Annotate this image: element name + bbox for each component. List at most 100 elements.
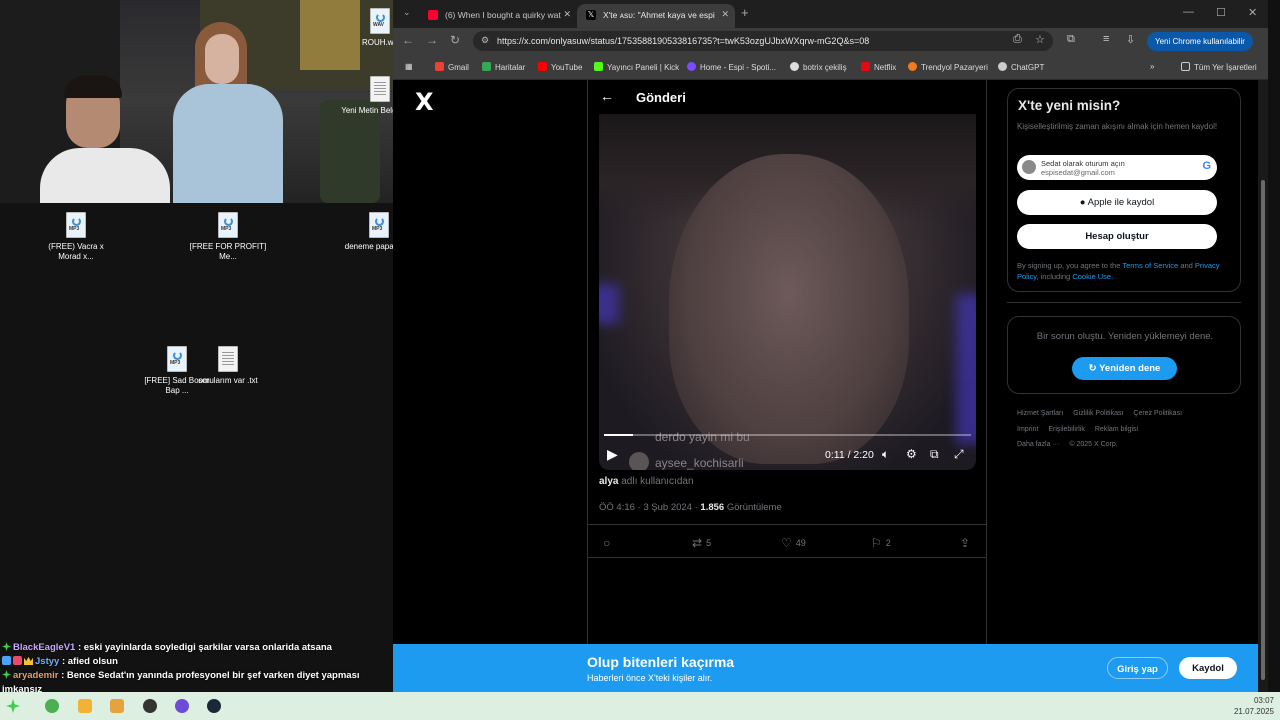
retweet-icon: ⇄ bbox=[692, 536, 703, 550]
steam-icon[interactable] bbox=[207, 699, 221, 713]
app-icon[interactable] bbox=[175, 699, 189, 713]
install-app-icon[interactable]: ⎙ bbox=[1013, 33, 1022, 46]
desktop-file-icon[interactable]: MP3 deneme papatya.m bbox=[339, 212, 393, 252]
desktop-file-icon[interactable]: sorularım var .txt bbox=[188, 346, 268, 386]
bookmark-youtube[interactable]: YouTube bbox=[538, 62, 582, 72]
banner-subtitle: Haberleri önce X'teki kişiler alır. bbox=[587, 673, 713, 683]
star-icon[interactable]: ☆ bbox=[1035, 33, 1045, 46]
apple-signup-button[interactable]: ● Apple ile kaydol bbox=[1017, 190, 1217, 215]
footer-link[interactable]: Imprint bbox=[1017, 426, 1038, 433]
bookmark-spotify[interactable]: Home - Espi - Spoti... bbox=[687, 62, 776, 72]
footer-link[interactable]: Reklam bilgisi bbox=[1095, 426, 1138, 433]
back-arrow-icon[interactable]: ← bbox=[600, 88, 614, 104]
register-button[interactable]: Kaydol bbox=[1179, 657, 1237, 679]
system-clock[interactable]: 03:07 21.07.2025 bbox=[1234, 695, 1274, 717]
copyright: © 2025 X Corp. bbox=[1069, 441, 1118, 448]
video-player[interactable]: derdo yayin mi bu aysee_kochisarli ▶ 0:1… bbox=[599, 114, 976, 470]
cookie-link[interactable]: Cookie Use. bbox=[1072, 272, 1113, 281]
chrome-update-button[interactable]: Yeni Chrome kullanılabilir bbox=[1147, 32, 1253, 51]
post-meta: ÖÖ 4:16 · 3 Şub 2024 · 1.856 Görüntüleme bbox=[599, 502, 782, 513]
browser-tab[interactable]: (6) When I bought a quirky wat ✕ bbox=[419, 4, 577, 28]
obs-icon[interactable] bbox=[143, 699, 157, 713]
bookmark-button[interactable]: ⚐ 2 bbox=[871, 536, 891, 550]
create-account-button[interactable]: Hesap oluştur bbox=[1017, 224, 1217, 249]
video-caption: aysee_kochisarli bbox=[655, 456, 744, 470]
chrome-icon[interactable] bbox=[45, 699, 59, 713]
bookmark-kick[interactable]: Yayıncı Paneli | Kick bbox=[594, 62, 679, 72]
bookmark-maps[interactable]: Haritalar bbox=[482, 62, 525, 72]
guest-person bbox=[165, 22, 295, 203]
settings-gear-icon[interactable]: ⚙ bbox=[906, 447, 917, 461]
post-timestamp[interactable]: ÖÖ 4:16 · 3 Şub 2024 · bbox=[599, 502, 698, 513]
reply-button[interactable]: ○ bbox=[603, 536, 614, 550]
bookmark-netflix[interactable]: Netflix bbox=[861, 62, 896, 72]
bookmark-icon: ⚐ bbox=[871, 536, 882, 550]
desktop-file-icon[interactable]: WAV ROUH.wa bbox=[340, 8, 393, 48]
address-bar[interactable]: ⚙ https://x.com/onlyasuw/status/17535881… bbox=[473, 31, 1053, 51]
explorer-icon[interactable] bbox=[110, 699, 124, 713]
new-tab-button[interactable]: + bbox=[741, 5, 749, 20]
login-button[interactable]: Giriş yap bbox=[1107, 657, 1168, 679]
apps-grid-icon[interactable]: ▦ bbox=[405, 62, 413, 71]
back-arrow-icon[interactable]: ← bbox=[402, 33, 414, 47]
play-icon[interactable]: ▶ bbox=[607, 446, 618, 463]
google-signin-button[interactable]: Sedat olarak oturum açın espisedat@gmail… bbox=[1017, 155, 1217, 180]
heart-icon: ♡ bbox=[781, 536, 792, 550]
bookmark-gmail[interactable]: Gmail bbox=[435, 62, 469, 72]
banner-title: Olup bitenleri kaçırma bbox=[587, 654, 735, 670]
fullscreen-icon[interactable]: ⤢ bbox=[954, 447, 964, 462]
chrome-window: ⌄ (6) When I bought a quirky wat ✕ 𝕏 X't… bbox=[393, 0, 1268, 692]
page-viewport: X ← Gönderi derdo yayin mi bu aysee_koch… bbox=[393, 80, 1258, 692]
share-button[interactable]: ⇪ bbox=[960, 536, 974, 550]
minimize-button[interactable]: — bbox=[1183, 6, 1194, 18]
picture-in-picture-icon[interactable]: ⧉ bbox=[930, 447, 939, 462]
footer-link[interactable]: Gizlilik Politikası bbox=[1073, 410, 1123, 417]
start-icon[interactable] bbox=[6, 699, 20, 713]
media-controls-icon[interactable]: ≡ bbox=[1103, 33, 1109, 45]
chat-message: Jstyy : afied olsun bbox=[0, 655, 393, 669]
close-icon[interactable]: ✕ bbox=[721, 9, 729, 20]
retry-button[interactable]: ↻ Yeniden dene bbox=[1072, 357, 1177, 380]
video-progress-bar[interactable] bbox=[604, 434, 971, 436]
desktop-file-icon[interactable]: Yeni Metin Belgesi (3) bbox=[340, 76, 393, 116]
reply-icon: ○ bbox=[603, 536, 611, 550]
folder-icon[interactable] bbox=[78, 699, 92, 713]
reload-icon[interactable]: ↻ bbox=[450, 33, 460, 47]
extensions-icon[interactable]: ⧉ bbox=[1067, 33, 1075, 46]
refresh-icon: ↻ bbox=[1088, 363, 1100, 374]
x-icon: 𝕏 bbox=[586, 10, 596, 20]
footer-link[interactable]: Hizmet Şartları bbox=[1017, 410, 1063, 417]
retweet-button[interactable]: ⇄ 5 bbox=[692, 536, 711, 550]
chat-username[interactable]: Jstyy bbox=[35, 656, 59, 667]
downloads-icon[interactable]: ⇩ bbox=[1126, 33, 1135, 46]
page-scrollbar[interactable] bbox=[1258, 80, 1268, 692]
bookmark-botrix[interactable]: botrix çekiliş bbox=[790, 62, 847, 72]
bookmark-trendyol[interactable]: Trendyol Pazaryeri bbox=[908, 62, 988, 72]
bookmark-chatgpt[interactable]: ChatGPT bbox=[998, 62, 1044, 72]
desktop-file-icon[interactable]: MP3 (FREE) Vacra x Morad x... bbox=[36, 212, 116, 262]
footer-link[interactable]: Erişilebilirlik bbox=[1048, 426, 1085, 433]
forward-arrow-icon[interactable]: → bbox=[426, 33, 438, 47]
maximize-button[interactable]: ☐ bbox=[1216, 6, 1226, 19]
close-icon[interactable]: ✕ bbox=[563, 9, 571, 20]
footer-link[interactable]: Çerez Politikası bbox=[1133, 410, 1182, 417]
close-window-button[interactable]: ✕ bbox=[1248, 6, 1257, 19]
tab-search-icon[interactable]: ⌄ bbox=[403, 7, 411, 18]
volume-icon[interactable]: 🔈︎ bbox=[882, 447, 889, 462]
terms-link[interactable]: Terms of Service bbox=[1122, 261, 1178, 270]
desktop-file-icon[interactable]: MP3 [FREE FOR PROFIT] Me... bbox=[188, 212, 268, 262]
avatar bbox=[1022, 160, 1036, 174]
signup-title: X'te yeni misin? bbox=[1018, 98, 1121, 113]
site-info-icon[interactable]: ⚙ bbox=[481, 35, 489, 46]
source-username[interactable]: alya bbox=[599, 476, 618, 487]
all-bookmarks-folder[interactable]: Tüm Yer İşaretleri bbox=[1181, 62, 1257, 72]
chat-username[interactable]: aryademir bbox=[13, 670, 58, 681]
like-button[interactable]: ♡ 49 bbox=[781, 536, 806, 550]
share-icon: ⇪ bbox=[960, 536, 971, 550]
badge-icon bbox=[2, 670, 11, 679]
chat-username[interactable]: BlackEagleV1 bbox=[13, 642, 75, 653]
x-logo[interactable]: X bbox=[415, 88, 434, 116]
more-bookmarks-icon[interactable]: » bbox=[1150, 62, 1154, 71]
browser-tab-active[interactable]: 𝕏 X'te ᴀsᴜ: "Ahmet kaya ve espi ✕ bbox=[577, 4, 735, 28]
more-link[interactable]: Daha fazla ··· bbox=[1017, 441, 1059, 448]
